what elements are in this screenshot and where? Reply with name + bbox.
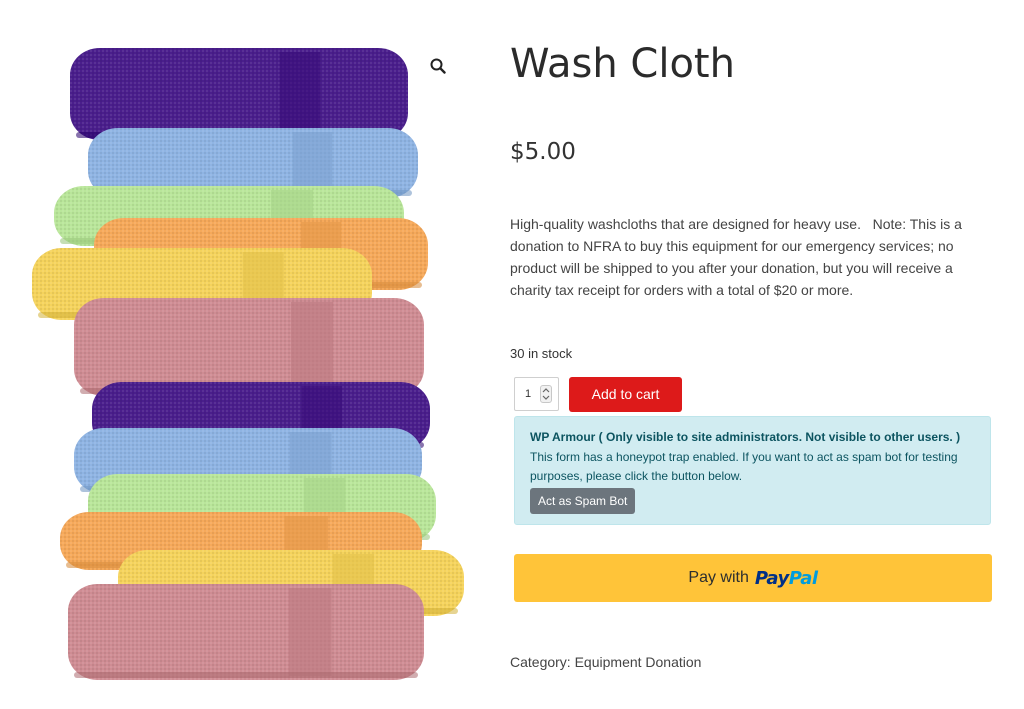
quantity-value[interactable]: 1: [525, 388, 531, 400]
zoom-button[interactable]: [424, 52, 452, 80]
product-title: Wash Cloth: [510, 41, 735, 87]
stock-status: 30 in stock: [510, 346, 573, 361]
product-image[interactable]: [20, 36, 470, 686]
product-page: Wash Cloth $5.00 High-quality washcloths…: [0, 0, 1024, 709]
paypal-logo: PayPal: [755, 568, 818, 589]
towel-texture: [74, 298, 424, 396]
notice-heading: WP Armour ( Only visible to site adminis…: [530, 430, 961, 444]
towel-band: [279, 52, 321, 136]
act-as-spam-bot-button[interactable]: Act as Spam Bot: [530, 488, 636, 514]
category-link[interactable]: Equipment Donation: [575, 654, 702, 670]
towel-texture: [68, 584, 424, 680]
paypal-pay-with-label: Pay with: [688, 569, 749, 586]
paypal-button[interactable]: Pay with PayPal: [514, 554, 992, 602]
product-description: High-quality washcloths that are designe…: [510, 216, 966, 298]
add-to-cart-form: 1 Add to cart: [514, 376, 682, 412]
towel-stack-image: [32, 48, 464, 680]
notice-text: This form has a honeypot trap enabled. I…: [530, 450, 958, 483]
towel-band: [291, 302, 333, 392]
towel-fold-shadow: [74, 672, 418, 678]
magnifier-icon: [430, 58, 446, 74]
quantity-stepper[interactable]: 1: [514, 377, 559, 411]
category-label: Category:: [510, 654, 571, 670]
paypal-logo-pay: Pay: [754, 567, 789, 589]
towel-band: [292, 132, 333, 194]
paypal-logo-pal: Pal: [788, 567, 818, 589]
product-price: $5.00: [510, 139, 576, 165]
towel-texture: [70, 48, 408, 140]
wp-armour-notice: WP Armour ( Only visible to site adminis…: [514, 416, 991, 525]
towel-band: [288, 588, 332, 676]
quantity-spinner[interactable]: [540, 385, 552, 403]
add-to-cart-button[interactable]: Add to cart: [569, 376, 682, 412]
product-category: Category: Equipment Donation: [510, 652, 701, 672]
spinner-arrows-icon[interactable]: [542, 387, 550, 401]
